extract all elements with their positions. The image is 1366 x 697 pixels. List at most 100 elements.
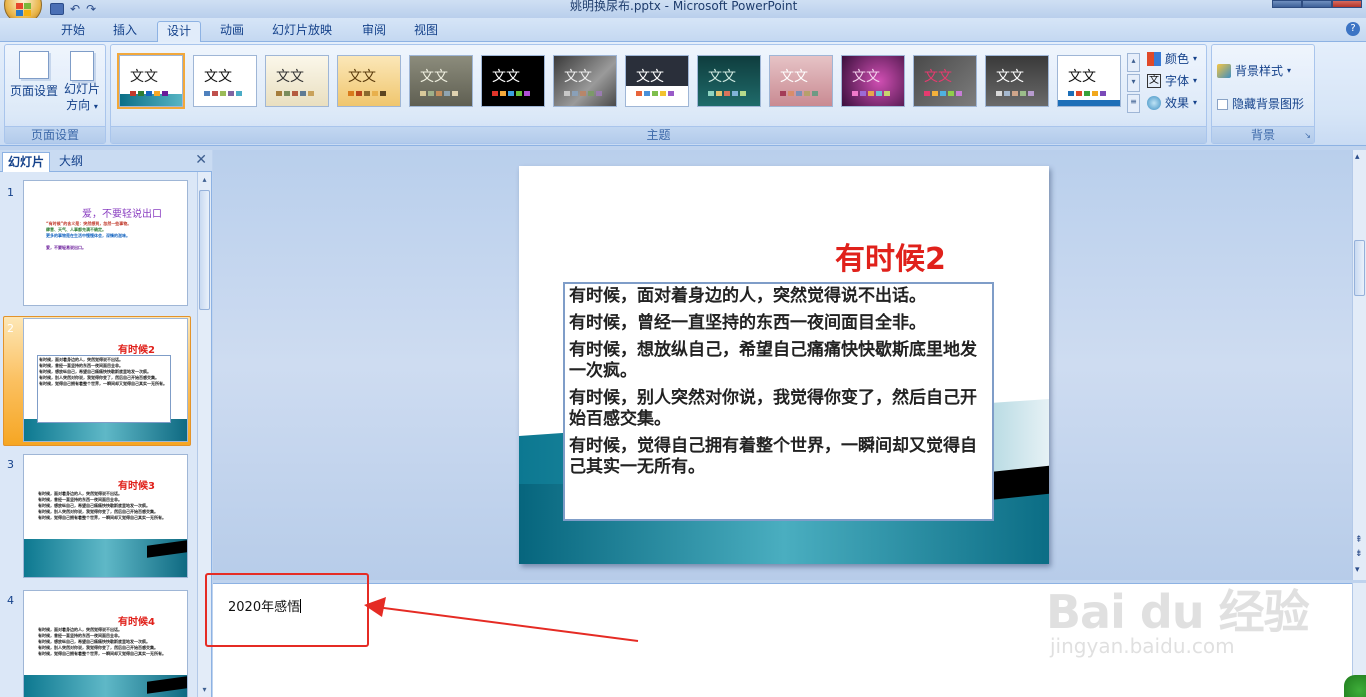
- theme-6[interactable]: 文文: [481, 55, 545, 107]
- scroll-up-icon[interactable]: ▴: [200, 175, 209, 184]
- theme-7[interactable]: 文文: [553, 55, 617, 107]
- quick-access-toolbar: ↶ ↷: [50, 0, 96, 18]
- scroll-down-icon[interactable]: ▾: [200, 685, 209, 694]
- page-setup-button[interactable]: 页面设置: [9, 51, 59, 99]
- tab-insert[interactable]: 插入: [108, 21, 142, 42]
- help-icon[interactable]: ?: [1346, 22, 1360, 36]
- theme-swatches: [996, 91, 1034, 96]
- tab-animations[interactable]: 动画: [215, 21, 249, 42]
- tab-review[interactable]: 审阅: [357, 21, 391, 42]
- background-styles-icon: [1217, 64, 1231, 78]
- thumb-title: 爱，不要轻说出口: [82, 209, 162, 220]
- slide-area-scrollbar[interactable]: ▴ ⇞ ⇟ ▾: [1352, 150, 1366, 580]
- slide-thumbnail-1[interactable]: 爱，不要轻说出口 “有时候”的含义是：突然想到，忽然一些事物。 肆意、天气、人事…: [23, 180, 188, 306]
- slide-thumbnail-4[interactable]: 有时候4 有时候，面对着身边的人，突然觉得说不出话。 有时候，曾经一直坚持的东西…: [23, 590, 188, 697]
- scroll-up-icon[interactable]: ▴: [1355, 153, 1360, 162]
- maximize-button[interactable]: [1302, 0, 1332, 8]
- theme-3[interactable]: 文文: [265, 55, 329, 107]
- thumb-line: 有时候，觉得自己拥有着整个世界，一瞬间却又觉得自己其实一无所有。: [38, 651, 166, 656]
- tab-outline[interactable]: 大纲: [54, 152, 88, 172]
- slide-paragraph: 有时候，觉得自己拥有着整个世界，一瞬间却又觉得自己其实一无所有。: [569, 436, 977, 477]
- theme-8[interactable]: 文文: [625, 55, 689, 107]
- thumb-line: 更多的事物是在生活中慢慢体会，深情的滋味。: [46, 233, 130, 238]
- close-icon[interactable]: ✕: [195, 152, 207, 168]
- themes-group-label: 主题: [111, 126, 1206, 143]
- minimize-button[interactable]: [1272, 0, 1302, 8]
- effects-button[interactable]: 效果 ▾: [1147, 95, 1197, 111]
- gallery-up-icon[interactable]: ▴: [1127, 53, 1140, 72]
- theme-12[interactable]: 文文: [913, 55, 977, 107]
- theme-band: [1058, 100, 1120, 106]
- theme-13[interactable]: 文文: [985, 55, 1049, 107]
- slide-thumbnail-2[interactable]: 有时候2 有时候，面对着身边的人，突然觉得说不出话。 有时候，曾经一直坚持的东西…: [23, 318, 188, 442]
- fonts-label: 字体: [1165, 74, 1190, 88]
- theme-swatches: [852, 91, 890, 96]
- thumb-title: 有时候4: [118, 617, 155, 628]
- theme-sample-text: 文文: [780, 69, 808, 85]
- theme-11[interactable]: 文文: [841, 55, 905, 107]
- dropdown-arrow-icon: ▾: [1193, 76, 1198, 85]
- hide-background-label: 隐藏背景图形: [1232, 97, 1305, 111]
- theme-swatches: [130, 91, 168, 96]
- redo-icon[interactable]: ↷: [86, 3, 96, 15]
- hide-background-checkbox[interactable]: 隐藏背景图形: [1217, 96, 1304, 112]
- slide-orientation-icon: [70, 51, 94, 81]
- fonts-button[interactable]: 文 字体 ▾: [1147, 73, 1197, 89]
- tab-slides[interactable]: 幻灯片: [2, 152, 51, 172]
- theme-2[interactable]: 文文: [193, 55, 257, 107]
- tab-view[interactable]: 视图: [409, 21, 443, 42]
- save-icon[interactable]: [50, 3, 64, 15]
- dropdown-arrow-icon: ▾: [1193, 98, 1198, 107]
- scroll-thumb[interactable]: [199, 190, 210, 310]
- slide-body-textbox[interactable]: 有时候，面对着身边的人，突然觉得说不出话。 有时候，曾经一直坚持的东西一夜间面目…: [563, 282, 994, 521]
- background-styles-button[interactable]: 背景样式 ▾: [1217, 63, 1291, 79]
- thumb-textbox: 有时候，面对着身边的人，突然觉得说不出话。 有时候，曾经一直坚持的东西一夜间面目…: [37, 355, 171, 423]
- theme-swatches: [420, 91, 458, 96]
- theme-9[interactable]: 文文: [697, 55, 761, 107]
- undo-icon[interactable]: ↶: [70, 3, 80, 15]
- dialog-launcher-icon[interactable]: ↘: [1304, 131, 1311, 140]
- gallery-down-icon[interactable]: ▾: [1127, 73, 1140, 93]
- tab-home[interactable]: 开始: [56, 21, 90, 42]
- current-slide[interactable]: 有时候2 有时候，面对着身边的人，突然觉得说不出话。 有时候，曾经一直坚持的东西…: [519, 166, 1049, 564]
- background-group: 背景样式 ▾ 隐藏背景图形 背景 ↘: [1211, 44, 1315, 144]
- page-setup-group: 页面设置 幻灯片 方向 ▾ 页面设置: [4, 44, 106, 144]
- next-slide-icon[interactable]: ⇟: [1355, 550, 1363, 559]
- checkbox-icon: [1217, 98, 1228, 110]
- theme-4[interactable]: 文文: [337, 55, 401, 107]
- dropdown-arrow-icon: ▾: [1193, 54, 1198, 63]
- theme-swatches: [276, 91, 314, 96]
- slide-thumbnails: 1 爱，不要轻说出口 “有时候”的含义是：突然想到，忽然一些事物。 肆意、天气、…: [0, 172, 198, 697]
- theme-sample-text: 文文: [1068, 69, 1096, 85]
- theme-sample-text: 文文: [852, 69, 880, 85]
- background-styles-label: 背景样式: [1235, 64, 1284, 78]
- annotation-highlight-box: [205, 573, 369, 647]
- effects-label: 效果: [1165, 96, 1190, 110]
- thumb-text: 有时候，面对着身边的人，突然觉得说不出话。 有时候，曾经一直坚持的东西一夜间面目…: [38, 627, 172, 657]
- theme-sample-text: 文文: [996, 69, 1024, 85]
- fonts-icon: 文: [1147, 74, 1161, 88]
- theme-14[interactable]: 文文: [1057, 55, 1121, 107]
- watermark-url: jingyan.baidu.com: [1050, 634, 1235, 658]
- tab-design[interactable]: 设计: [157, 21, 201, 42]
- slide-title[interactable]: 有时候2: [835, 234, 946, 278]
- gallery-more-icon[interactable]: ≡: [1127, 94, 1140, 114]
- scroll-down-icon[interactable]: ▾: [1355, 566, 1360, 575]
- previous-slide-icon[interactable]: ⇞: [1355, 536, 1363, 545]
- corner-badge-icon: [1344, 675, 1366, 697]
- theme-10[interactable]: 文文: [769, 55, 833, 107]
- theme-swatches: [636, 91, 674, 96]
- close-button[interactable]: [1332, 0, 1362, 8]
- tab-slideshow[interactable]: 幻灯片放映: [270, 21, 334, 42]
- slide-orientation-button[interactable]: 幻灯片 方向 ▾: [61, 51, 103, 115]
- colors-button[interactable]: 颜色 ▾: [1147, 51, 1197, 67]
- thumb-text: 有时候，面对着身边的人，突然觉得说不出话。 有时候，曾经一直坚持的东西一夜间面目…: [38, 491, 172, 521]
- theme-5[interactable]: 文文: [409, 55, 473, 107]
- orientation-label-2: 方向 ▾: [66, 98, 98, 112]
- background-group-label: 背景: [1212, 126, 1314, 143]
- orientation-label-1: 幻灯片: [63, 82, 100, 96]
- theme-office[interactable]: 文文: [117, 53, 185, 109]
- scroll-thumb[interactable]: [1354, 240, 1365, 296]
- theme-swatches: [204, 91, 242, 96]
- slide-thumbnail-3[interactable]: 有时候3 有时候，面对着身边的人，突然觉得说不出话。 有时候，曾经一直坚持的东西…: [23, 454, 188, 578]
